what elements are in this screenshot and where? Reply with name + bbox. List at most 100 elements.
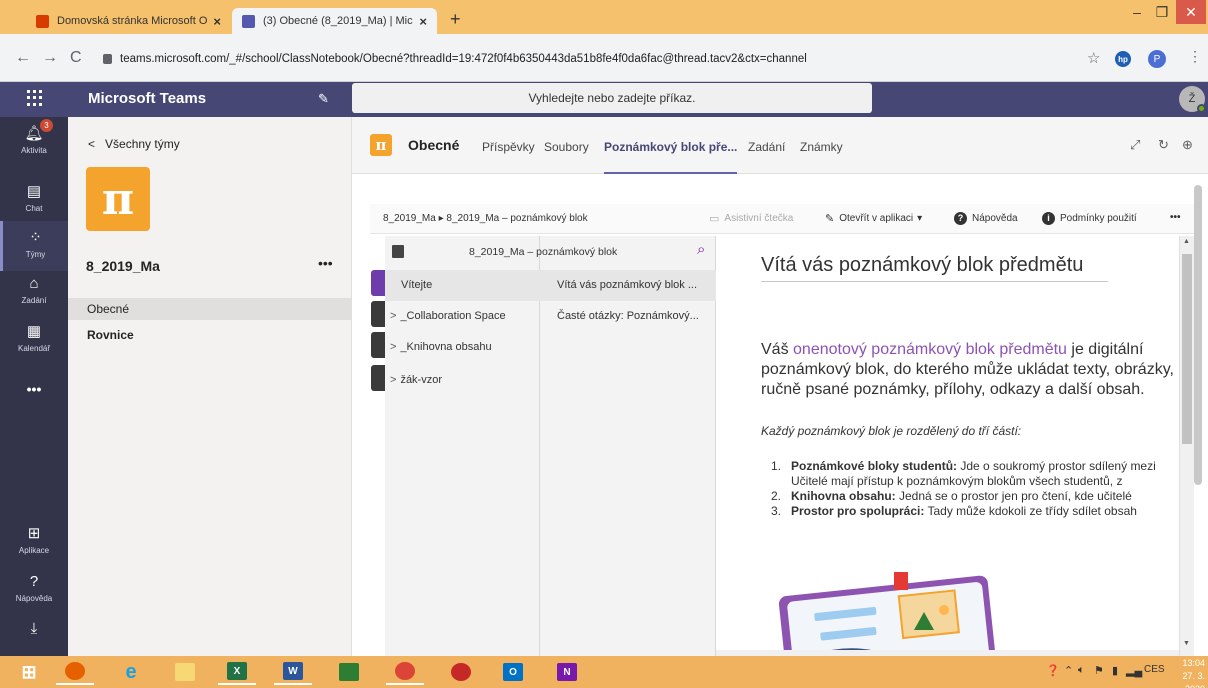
tab-assignments[interactable]: Zadání: [748, 140, 785, 174]
breadcrumb-section[interactable]: 8_2019_Ma – poznámkový blok: [446, 213, 587, 224]
browser-tab-teams[interactable]: (3) Obecné (8_2019_Ma) | Micros ×: [232, 8, 437, 34]
flag-icon[interactable]: ⚑: [1094, 664, 1104, 677]
open-in-app-label: Otevřít v aplikaci: [839, 213, 914, 224]
info-icon: i: [1042, 212, 1055, 225]
compose-icon[interactable]: ✎: [318, 91, 329, 107]
scroll-thumb[interactable]: [1182, 254, 1192, 444]
signal-icon[interactable]: ▂▄: [1126, 664, 1142, 677]
new-tab-button[interactable]: +: [450, 9, 461, 30]
team-more-button[interactable]: •••: [318, 255, 333, 271]
taskbar-onenote[interactable]: N: [548, 659, 586, 685]
page-intro: Váš onenotový poznámkový blok předmětu j…: [761, 340, 1179, 400]
close-window-icon[interactable]: ✕: [1176, 0, 1206, 24]
more-apps-icon[interactable]: •••: [0, 381, 68, 397]
browser-menu-icon[interactable]: ⋮: [1188, 48, 1202, 65]
globe-icon[interactable]: ⊕: [1182, 137, 1193, 153]
back-icon[interactable]: ←: [15, 49, 31, 67]
rail-item-apps[interactable]: ⊞ Aplikace: [0, 517, 68, 567]
rail-item-teams[interactable]: ⁘ Týmy: [0, 221, 68, 271]
network-icon[interactable]: ▮: [1112, 664, 1118, 677]
notebook-icon[interactable]: [392, 245, 404, 258]
scroll-down-icon[interactable]: ▼: [1183, 640, 1190, 647]
terms-button[interactable]: i Podmínky použití: [1042, 212, 1137, 225]
section-item[interactable]: > žák-vzor: [385, 365, 540, 396]
open-in-app-button[interactable]: ✎ Otevřít v aplikaci ▾: [825, 212, 922, 225]
section-label: žák-vzor: [400, 374, 442, 386]
download-icon: ⤓: [30, 620, 38, 637]
section-item[interactable]: > _Knihovna obsahu: [385, 332, 540, 363]
forward-icon[interactable]: →: [42, 49, 58, 67]
maximize-icon[interactable]: ❐: [1150, 0, 1174, 24]
channel-rovnice[interactable]: Rovnice: [68, 324, 352, 346]
section-item[interactable]: > _Collaboration Space: [385, 301, 540, 332]
rail-item-download[interactable]: ⤓: [0, 612, 68, 662]
page-item[interactable]: Vítá vás poznámkový blok ...: [540, 270, 716, 301]
tab-grades[interactable]: Známky: [800, 140, 843, 174]
search-input[interactable]: Vyhledejte nebo zadejte příkaz.: [352, 83, 872, 113]
channel-obecne[interactable]: Obecné: [68, 298, 352, 320]
list-item-text: Tady může kdokoli ze třídy sdílet obsah: [924, 504, 1137, 518]
page-item[interactable]: Časté otázky: Poznámkový...: [540, 301, 716, 332]
chrome-icon: [395, 662, 415, 680]
hp-extension-icon[interactable]: hp: [1115, 51, 1131, 67]
taskbar-store[interactable]: [330, 659, 368, 685]
calendar-icon: ▦: [26, 323, 42, 340]
notebook-link[interactable]: onenotový poznámkový blok předmětu: [793, 341, 1067, 358]
taskbar-ie[interactable]: e: [112, 659, 150, 685]
list-item-heading: Prostor pro spolupráci:: [791, 504, 925, 518]
section-color-tab: [371, 270, 385, 296]
rail-item-chat[interactable]: ▤ Chat: [0, 175, 68, 225]
reload-icon[interactable]: C: [70, 49, 82, 67]
taskbar-chrome[interactable]: [386, 659, 424, 685]
scroll-up-icon[interactable]: ▲: [1183, 238, 1190, 245]
taskbar-outlook[interactable]: O: [494, 659, 532, 685]
rail-label: Týmy: [25, 250, 46, 259]
tab-files[interactable]: Soubory: [544, 140, 589, 174]
chevron-right-icon[interactable]: >: [390, 374, 396, 386]
bookmark-star-icon[interactable]: ☆: [1087, 49, 1100, 67]
taskbar-excel[interactable]: X: [218, 659, 256, 685]
all-teams-link[interactable]: < Všechny týmy: [88, 137, 180, 151]
app-title: Microsoft Teams: [88, 90, 207, 107]
url-field[interactable]: teams.microsoft.com/_#/school/ClassNoteb…: [103, 48, 1103, 70]
taskbar-explorer[interactable]: [166, 659, 204, 685]
user-avatar[interactable]: Ž: [1179, 86, 1206, 113]
expand-icon[interactable]: ⤢: [1130, 137, 1140, 153]
help-tray-icon[interactable]: ❓: [1046, 664, 1060, 677]
rail-item-help[interactable]: ? Nápověda: [0, 565, 68, 615]
refresh-icon[interactable]: ↻: [1158, 137, 1169, 153]
section-item[interactable]: Vítejte: [385, 270, 540, 301]
rail-item-assignments[interactable]: ⌂ Zadání: [0, 267, 68, 317]
more-options-button[interactable]: •••: [1170, 212, 1181, 223]
taskbar-firefox[interactable]: [56, 659, 94, 685]
start-button[interactable]: ⊞: [10, 659, 48, 685]
page-canvas[interactable]: Vítá vás poznámkový blok předmětu Váš on…: [716, 236, 1179, 656]
tab-posts[interactable]: Příspěvky: [482, 140, 535, 174]
volume-icon[interactable]: 🔈︎: [1078, 664, 1085, 677]
tab-scrollbar[interactable]: [1194, 185, 1202, 485]
clock-time: 13:04: [1182, 658, 1205, 668]
search-icon[interactable]: ⌕: [697, 241, 705, 258]
clock[interactable]: 13:04 27. 3. 2020: [1168, 657, 1208, 688]
browser-tab-office[interactable]: Domovská stránka Microsoft Offi ×: [26, 8, 231, 34]
profile-avatar[interactable]: P: [1148, 50, 1166, 68]
immersive-reader-button[interactable]: ▭ Asistivní čtečka: [709, 212, 793, 225]
page-scrollbar[interactable]: ▲ ▼: [1179, 236, 1194, 656]
close-tab-icon[interactable]: ×: [419, 14, 427, 29]
teams-icon: ⁘: [29, 229, 42, 246]
url-text: teams.microsoft.com/_#/school/ClassNoteb…: [120, 53, 807, 65]
rail-item-activity[interactable]: 🔔︎ 3 Aktivita: [0, 117, 68, 167]
chevron-up-icon[interactable]: ⌃: [1064, 664, 1073, 677]
help-button[interactable]: ? Nápověda: [954, 212, 1018, 225]
language-indicator[interactable]: CES: [1144, 664, 1165, 675]
minimize-icon[interactable]: –: [1125, 0, 1149, 24]
chevron-right-icon[interactable]: >: [390, 310, 396, 322]
taskbar-app[interactable]: [442, 659, 480, 685]
chevron-right-icon[interactable]: >: [390, 341, 396, 353]
tab-class-notebook[interactable]: Poznámkový blok pře...: [604, 140, 738, 174]
app-launcher-icon[interactable]: [27, 90, 43, 106]
breadcrumb-notebook[interactable]: 8_2019_Ma: [383, 213, 436, 224]
taskbar-word[interactable]: W: [274, 659, 312, 685]
close-tab-icon[interactable]: ×: [213, 14, 221, 29]
rail-item-calendar[interactable]: ▦ Kalendář: [0, 315, 68, 365]
